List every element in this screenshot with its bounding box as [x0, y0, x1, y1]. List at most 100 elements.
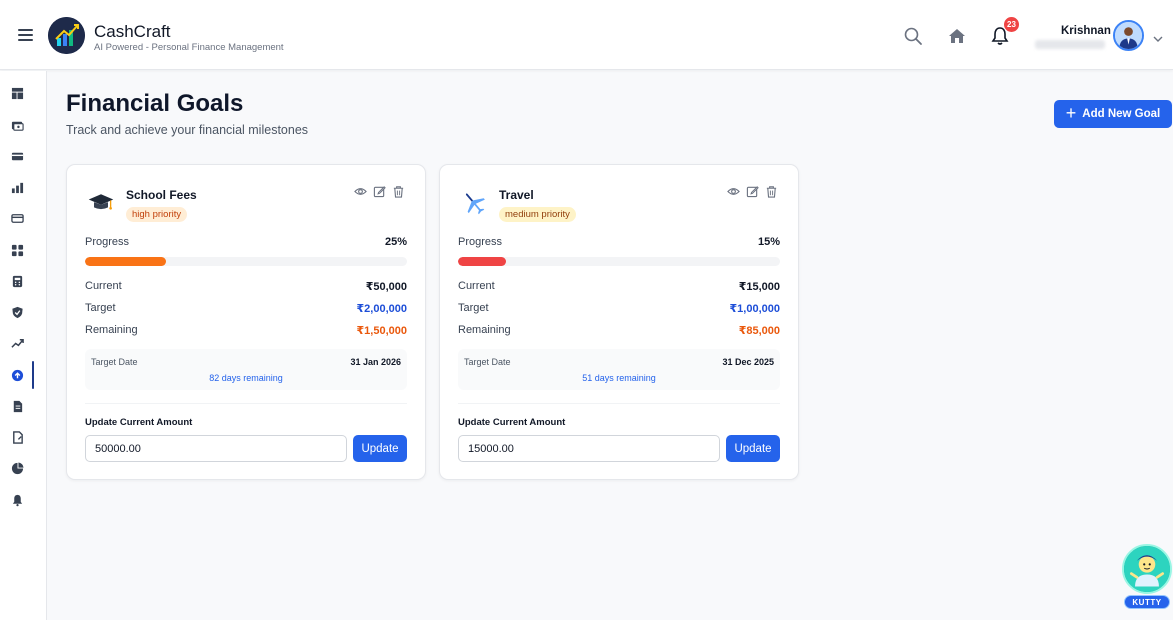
- progress-bar: [458, 257, 780, 266]
- days-remaining: 82 days remaining: [209, 373, 283, 383]
- view-eye-icon[interactable]: [727, 185, 740, 198]
- progress-percent: 25%: [384, 236, 407, 248]
- sidebar-item-investments[interactable]: [6, 332, 28, 354]
- app-tagline: AI Powered - Personal Finance Management: [94, 42, 284, 53]
- goal-title: Travel: [499, 188, 534, 202]
- goal-card-travel: Travel medium priority Progress 15% Curr…: [439, 164, 799, 480]
- card-icon: [11, 152, 23, 160]
- target-row: Target ₹2,00,000: [85, 302, 407, 315]
- file-icon: [12, 430, 23, 444]
- page-title: Financial Goals: [66, 90, 244, 117]
- cashcraft-logo[interactable]: [48, 17, 85, 54]
- goals-icon: [11, 369, 23, 381]
- remaining-amount: ₹1,50,000: [356, 325, 407, 337]
- sidebar-item-calculator[interactable]: [6, 270, 28, 292]
- update-amount-input[interactable]: [458, 435, 720, 462]
- sidebar-item-alerts[interactable]: [6, 489, 28, 511]
- pie-chart-icon: [11, 461, 24, 474]
- sidebar-item-wallet[interactable]: [6, 114, 28, 136]
- search-icon[interactable]: [903, 26, 923, 46]
- remaining-row: Remaining ₹85,000: [458, 324, 780, 337]
- user-name: Krishnan: [1061, 25, 1111, 37]
- graduation-cap-icon: [85, 187, 117, 219]
- sidebar-item-goals[interactable]: [6, 364, 28, 386]
- update-button[interactable]: Update: [353, 435, 407, 462]
- kutty-label[interactable]: KUTTY: [1124, 595, 1170, 609]
- page-subtitle: Track and achieve your financial milesto…: [66, 123, 309, 137]
- target-date-value: 31 Dec 2025: [722, 357, 774, 367]
- remaining-row: Remaining ₹1,50,000: [85, 324, 407, 337]
- progress-row: Progress 15%: [458, 236, 780, 248]
- bar-chart-icon: [11, 182, 23, 193]
- goal-actions: [727, 185, 778, 198]
- target-date-box: Target Date 31 Jan 2026 82 days remainin…: [85, 349, 407, 390]
- sidebar-item-insurance[interactable]: [6, 301, 28, 323]
- sidebar-item-categories[interactable]: [6, 239, 28, 261]
- target-date-label: Target Date: [91, 357, 138, 367]
- grid-icon: [11, 244, 23, 256]
- notification-count-badge: 23: [1004, 17, 1019, 32]
- sidebar-item-cards[interactable]: [6, 207, 28, 229]
- sidebar-active-indicator: [32, 361, 34, 389]
- current-row: Current ₹50,000: [85, 280, 407, 293]
- progress-label: Progress: [85, 236, 130, 248]
- priority-badge: high priority: [126, 207, 188, 222]
- home-icon[interactable]: [947, 26, 967, 46]
- target-row: Target ₹1,00,000: [458, 302, 780, 315]
- update-button[interactable]: Update: [726, 435, 780, 462]
- menu-icon[interactable]: [18, 29, 33, 41]
- document-icon: [13, 400, 22, 412]
- delete-trash-icon[interactable]: [765, 185, 778, 198]
- sidebar: [0, 71, 47, 620]
- current-amount: ₹15,000: [738, 281, 780, 293]
- target-date-box: Target Date 31 Dec 2025 51 days remainin…: [458, 349, 780, 390]
- progress-bar: [85, 257, 407, 266]
- target-label: Target: [85, 302, 116, 314]
- days-remaining: 51 days remaining: [582, 373, 656, 383]
- target-amount: ₹2,00,000: [356, 303, 407, 315]
- bell-icon: [12, 494, 22, 506]
- delete-trash-icon[interactable]: [392, 185, 405, 198]
- view-eye-icon[interactable]: [354, 185, 367, 198]
- dashboard-icon: [11, 87, 23, 99]
- current-label: Current: [85, 280, 122, 292]
- sidebar-item-files[interactable]: [6, 426, 28, 448]
- sidebar-item-documents[interactable]: [6, 395, 28, 417]
- edit-icon[interactable]: [373, 185, 386, 198]
- progress-bar-fill: [85, 257, 166, 266]
- edit-icon[interactable]: [746, 185, 759, 198]
- update-amount-input[interactable]: [85, 435, 347, 462]
- sidebar-item-dashboard[interactable]: [6, 82, 28, 104]
- goal-actions: [354, 185, 405, 198]
- progress-row: Progress 25%: [85, 236, 407, 248]
- wallet-icon: [11, 121, 24, 131]
- goal-title: School Fees: [126, 188, 197, 202]
- app-name: CashCraft: [94, 22, 171, 41]
- priority-badge: medium priority: [499, 207, 576, 222]
- target-date-label: Target Date: [464, 357, 511, 367]
- credit-card-icon: [10, 213, 24, 223]
- target-date-value: 31 Jan 2026: [350, 357, 401, 367]
- top-header: CashCraft AI Powered - Personal Finance …: [0, 0, 1173, 70]
- add-new-goal-button[interactable]: + Add New Goal: [1054, 100, 1172, 128]
- update-amount-label: Update Current Amount: [458, 417, 566, 428]
- user-email-blurred: [1035, 40, 1105, 49]
- progress-bar-fill: [458, 257, 507, 266]
- trending-up-icon: [10, 338, 24, 348]
- calculator-icon: [12, 275, 22, 287]
- progress-label: Progress: [458, 236, 503, 248]
- sidebar-item-accounts[interactable]: [6, 145, 28, 167]
- current-label: Current: [458, 280, 495, 292]
- card-divider: [85, 403, 407, 404]
- sidebar-item-analytics[interactable]: [6, 457, 28, 479]
- update-amount-label: Update Current Amount: [85, 417, 193, 428]
- card-divider: [458, 403, 780, 404]
- target-label: Target: [458, 302, 489, 314]
- chevron-down-icon[interactable]: [1153, 31, 1163, 42]
- add-new-goal-label: Add New Goal: [1082, 108, 1161, 120]
- kutty-assistant-avatar[interactable]: [1122, 544, 1172, 594]
- user-avatar[interactable]: [1113, 20, 1144, 51]
- airplane-icon: [458, 187, 490, 219]
- target-amount: ₹1,00,000: [729, 303, 780, 315]
- sidebar-item-reports[interactable]: [6, 176, 28, 198]
